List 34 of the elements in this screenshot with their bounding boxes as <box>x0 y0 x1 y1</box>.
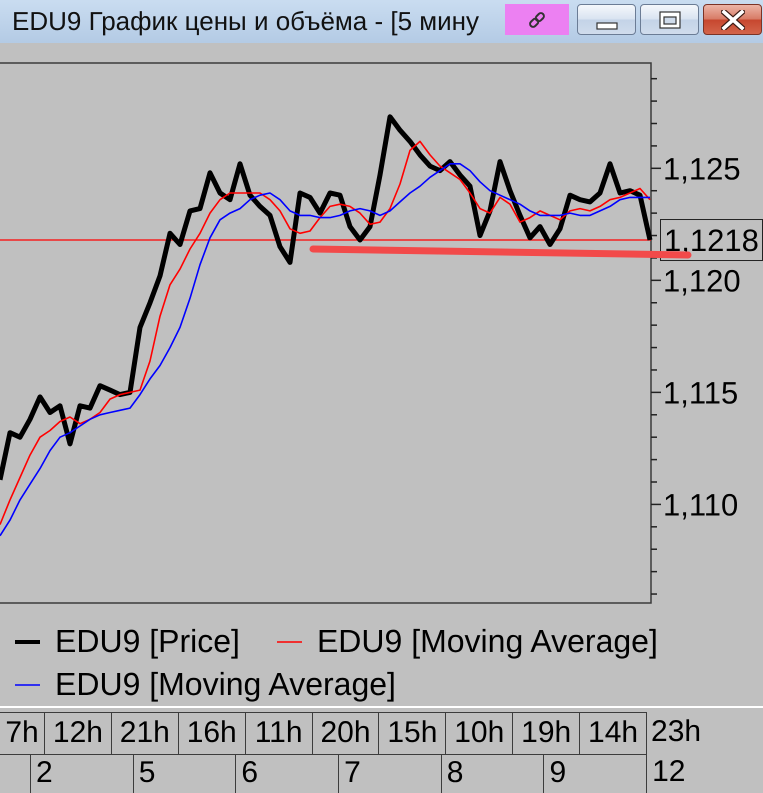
date-label: 7 <box>338 754 441 793</box>
legend-label: EDU9 [Price] <box>55 622 240 661</box>
date-label: 12 <box>646 754 686 793</box>
hour-label: 11h <box>246 712 313 754</box>
close-button[interactable] <box>703 4 762 35</box>
hour-label: 15h <box>379 712 446 754</box>
minimize-icon <box>596 22 618 30</box>
minimize-button[interactable] <box>577 4 636 35</box>
hour-label: 14h <box>580 712 648 754</box>
link-icon[interactable] <box>505 4 569 35</box>
axis-tick-label: 1,120 <box>663 263 741 298</box>
window-title: EDU9 График цены и объёма - [5 мину <box>12 5 480 38</box>
hour-label: 10h <box>446 712 514 754</box>
close-icon <box>720 10 744 30</box>
date-label: 6 <box>235 754 338 793</box>
date-label: 5 <box>132 754 236 793</box>
axis-tick-label: 1,115 <box>663 375 738 410</box>
hour-label: 12h <box>45 712 112 754</box>
date-label: 9 <box>543 754 646 793</box>
axis-tick-label: 1,110 <box>663 487 738 522</box>
hour-label: 19h <box>513 712 580 754</box>
axis-tick-label: 1,125 <box>663 151 741 186</box>
hour-label: 20h <box>312 712 380 754</box>
hour-label: 23h <box>650 714 702 750</box>
date-label: 8 <box>440 754 544 793</box>
date-label: 2 <box>30 754 133 793</box>
legend-label: EDU9 [Moving Average] <box>55 665 396 704</box>
maximize-icon <box>658 10 680 28</box>
hour-label: 7h <box>0 712 45 754</box>
maximize-button[interactable] <box>640 4 699 35</box>
hour-label: 21h <box>112 712 179 754</box>
legend-label: EDU9 [Moving Average] <box>316 622 658 661</box>
hour-label: 16h <box>178 712 246 754</box>
price-tag: 1,1218 <box>660 219 763 261</box>
